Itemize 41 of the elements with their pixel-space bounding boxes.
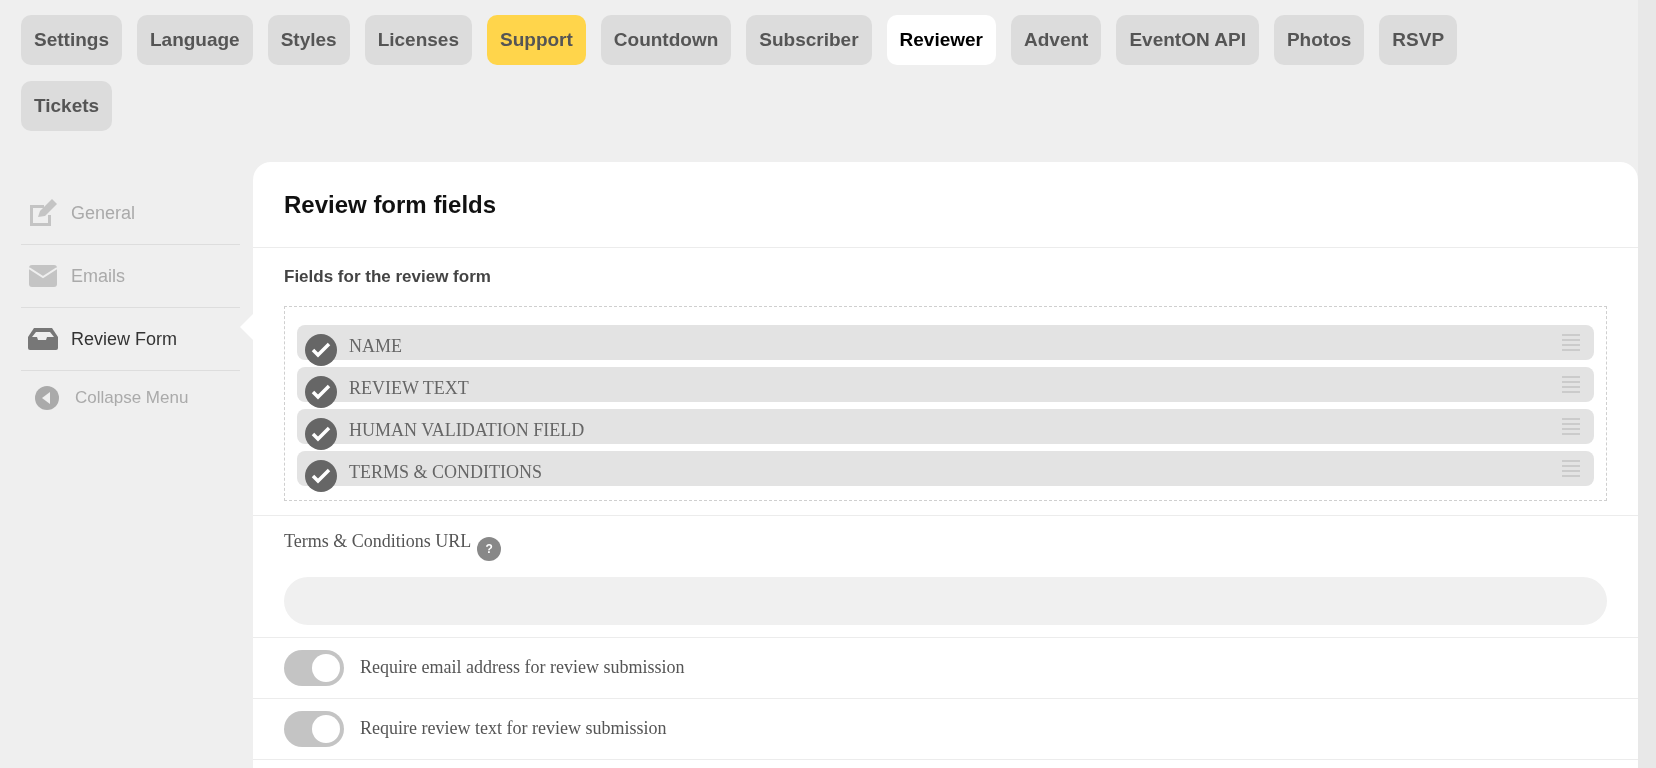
toggle-switch[interactable] <box>284 710 344 747</box>
drag-handle-icon[interactable] <box>1562 459 1580 477</box>
edit-icon <box>28 199 58 227</box>
drag-handle-icon[interactable] <box>1562 417 1580 435</box>
field-name: TERMS & CONDITIONS <box>349 460 543 484</box>
toggle-switch[interactable] <box>284 649 344 686</box>
tab[interactable]: Styles <box>267 15 350 65</box>
section-label: Fields for the review form <box>284 266 492 288</box>
tab[interactable]: Language <box>136 15 253 65</box>
tab[interactable]: Tickets <box>21 81 113 131</box>
tab[interactable]: Settings <box>21 15 122 65</box>
tab[interactable]: Subscriber <box>746 15 872 65</box>
form-field-row[interactable]: HUMAN VALIDATION FIELD <box>297 408 1594 444</box>
tab[interactable]: Reviewer <box>886 15 996 65</box>
tab[interactable]: Advent <box>1011 15 1102 65</box>
drag-handle-icon[interactable] <box>1562 333 1580 351</box>
mail-icon <box>29 265 57 287</box>
sidebar-item[interactable]: Review Form <box>21 308 240 371</box>
drag-handle-icon[interactable] <box>1562 375 1580 393</box>
field-name: HUMAN VALIDATION FIELD <box>349 418 586 442</box>
tab[interactable]: Countdown <box>600 15 732 65</box>
tab[interactable]: Photos <box>1273 15 1365 65</box>
field-label: Terms & Conditions URL <box>284 529 472 553</box>
tab[interactable]: Support <box>487 15 586 65</box>
toggle-label: Require email address for review submission <box>360 656 685 679</box>
field-name: NAME <box>349 334 403 358</box>
toggle-label: Require review text for review submission <box>360 717 667 740</box>
field-name: REVIEW TEXT <box>349 376 470 400</box>
inbox-icon <box>28 328 58 350</box>
check-icon[interactable] <box>305 417 337 450</box>
tab[interactable]: RSVP <box>1379 15 1458 65</box>
check-icon[interactable] <box>305 333 337 366</box>
tab[interactable]: Licenses <box>364 15 472 65</box>
help-icon[interactable]: ? <box>477 536 502 561</box>
panel-title: Review form fields <box>284 189 497 220</box>
check-icon[interactable] <box>305 375 337 408</box>
form-field-row[interactable]: REVIEW TEXT <box>297 366 1594 402</box>
check-icon[interactable] <box>305 459 337 492</box>
tab[interactable]: EventON API <box>1116 15 1259 65</box>
form-field-row[interactable]: NAME <box>297 324 1594 360</box>
form-field-row[interactable]: TERMS & CONDITIONS <box>297 450 1594 486</box>
